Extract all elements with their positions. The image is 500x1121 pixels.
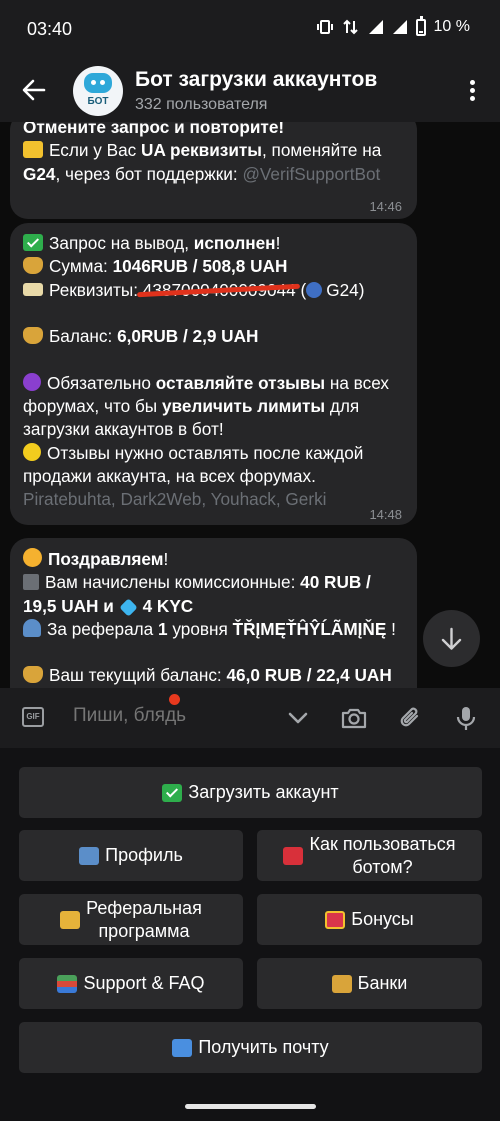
globe-icon xyxy=(306,281,323,298)
message-line: 19,5 UAH и 4 KYC xyxy=(23,595,194,617)
more-menu-icon[interactable] xyxy=(470,80,476,102)
message-line: Отмените запрос и повторите! xyxy=(23,122,285,137)
credit-card-icon xyxy=(23,282,43,296)
support-bot-link[interactable]: @VerifSupportBot xyxy=(242,164,380,184)
message-line: Обязательно оставляйте отзывы на всех xyxy=(23,372,404,395)
message-line: Баланс: 6,0RUB / 2,9 UAH xyxy=(23,325,404,348)
message-time: 14:48 xyxy=(369,507,402,522)
scroll-down-button[interactable] xyxy=(423,610,480,667)
message-line: Сумма: 1046RUB / 508,8 UAH xyxy=(23,255,404,278)
message-line: Если у Вас UA реквизиты, поменяйте на xyxy=(23,139,404,162)
plus-icon xyxy=(23,574,39,591)
forums-list: Piratebuhta, Dark2Web, Youhack, Gerki xyxy=(23,489,327,510)
camera-icon[interactable] xyxy=(340,704,368,732)
purple-circle-icon xyxy=(23,372,41,391)
message-input[interactable] xyxy=(73,705,273,727)
upload-account-button[interactable]: Загрузить аккаунт xyxy=(19,767,482,818)
chevron-down-icon[interactable] xyxy=(284,704,312,732)
check-mark-icon xyxy=(162,783,183,802)
check-mark-icon xyxy=(23,234,43,251)
vibrate-icon xyxy=(316,20,333,34)
signal-2-icon xyxy=(392,20,407,34)
message-line: Поздравляем! xyxy=(23,548,404,571)
message-bubble: Отмените запрос и повторите! Если у Вас … xyxy=(10,122,417,219)
status-time: 03:40 xyxy=(27,19,73,39)
message-line: Вам начислены комиссионные: 40 RUB / xyxy=(23,571,404,594)
robot-icon xyxy=(84,73,112,93)
microphone-icon[interactable] xyxy=(452,704,480,732)
yellow-circle-icon xyxy=(23,442,41,461)
how-to-use-button[interactable]: Как пользоваться ботом? xyxy=(257,830,482,881)
message-input-bar: GIF xyxy=(0,688,500,748)
money-bag-icon xyxy=(23,666,43,684)
battery-icon xyxy=(415,15,426,36)
bot-keyboard: Загрузить аккаунт Профиль Как пользовать… xyxy=(0,748,500,1121)
status-bar: 03:40 10 % xyxy=(0,0,500,58)
message-time: 14:46 xyxy=(369,199,402,214)
profile-button[interactable]: Профиль xyxy=(19,830,243,881)
gem-icon xyxy=(118,597,138,617)
books-icon xyxy=(57,974,78,993)
message-line: За реферала 1 уровня ŤŘĮMĘŤĤŶĹÃMĮŇĘ ! xyxy=(23,618,404,641)
support-faq-button[interactable]: Support & FAQ xyxy=(19,958,243,1009)
red-dot-marker xyxy=(169,694,180,705)
chat-header: БОТ Бот загрузки аккаунтов 332 пользоват… xyxy=(0,58,500,122)
chat-title[interactable]: Бот загрузки аккаунтов xyxy=(135,68,377,92)
mobile-data-icon xyxy=(342,19,358,35)
message-line: загрузки аккаунтов в бот! xyxy=(23,419,224,440)
message-line: продажи аккаунта, на всех форумах. xyxy=(23,465,316,486)
avatar-label: БОТ xyxy=(87,96,109,107)
chat-subtitle: 332 пользователя xyxy=(135,96,268,113)
money-bag-icon xyxy=(23,257,43,275)
bot-avatar[interactable]: БОТ xyxy=(73,66,123,116)
message-line: Ваш текущий баланс: 46,0 RUB / 22,4 UAH xyxy=(23,664,404,687)
yellow-square-icon xyxy=(23,141,43,159)
redacted-card-number: 4387000400009044 xyxy=(136,279,300,302)
message-bubble: Запрос на вывод, исполнен! Сумма: 1046RU… xyxy=(10,223,417,525)
megaphone-icon xyxy=(60,910,81,929)
back-arrow-icon[interactable] xyxy=(20,76,48,104)
status-icons: 10 % xyxy=(316,15,470,36)
paperclip-icon[interactable] xyxy=(397,704,425,732)
message-line: Запрос на вывод, исполнен! xyxy=(23,232,404,255)
message-line: форумах, что бы увеличить лимиты для xyxy=(23,396,360,417)
get-mail-button[interactable]: Получить почту xyxy=(19,1022,482,1073)
user-icon xyxy=(23,618,41,637)
user-icon xyxy=(79,846,100,865)
gift-icon xyxy=(325,910,346,929)
message-bubble: Поздравляем! Вам начислены комиссионные:… xyxy=(10,538,417,688)
gif-icon[interactable]: GIF xyxy=(22,707,44,727)
message-line: Отзывы нужно оставлять после каждой xyxy=(23,442,404,465)
banks-button[interactable]: Банки xyxy=(257,958,482,1009)
bank-icon xyxy=(331,974,352,993)
chat-area[interactable]: Отмените запрос и повторите! Если у Вас … xyxy=(0,122,500,688)
battery-percent: 10 % xyxy=(433,18,470,35)
signal-icon xyxy=(368,20,383,34)
partying-face-icon xyxy=(23,548,42,567)
money-bag-icon xyxy=(23,327,43,345)
message-line: G24, через бот поддержки: @VerifSupportB… xyxy=(23,163,381,184)
arrow-down-icon xyxy=(441,627,462,650)
inbox-icon xyxy=(172,1038,193,1057)
message-line: Реквизиты: 4387000400009044 (G24) xyxy=(23,279,404,302)
red-book-icon xyxy=(283,846,304,865)
referral-program-button[interactable]: Реферальная программа xyxy=(19,894,243,945)
home-indicator[interactable] xyxy=(185,1104,316,1109)
bonuses-button[interactable]: Бонусы xyxy=(257,894,482,945)
